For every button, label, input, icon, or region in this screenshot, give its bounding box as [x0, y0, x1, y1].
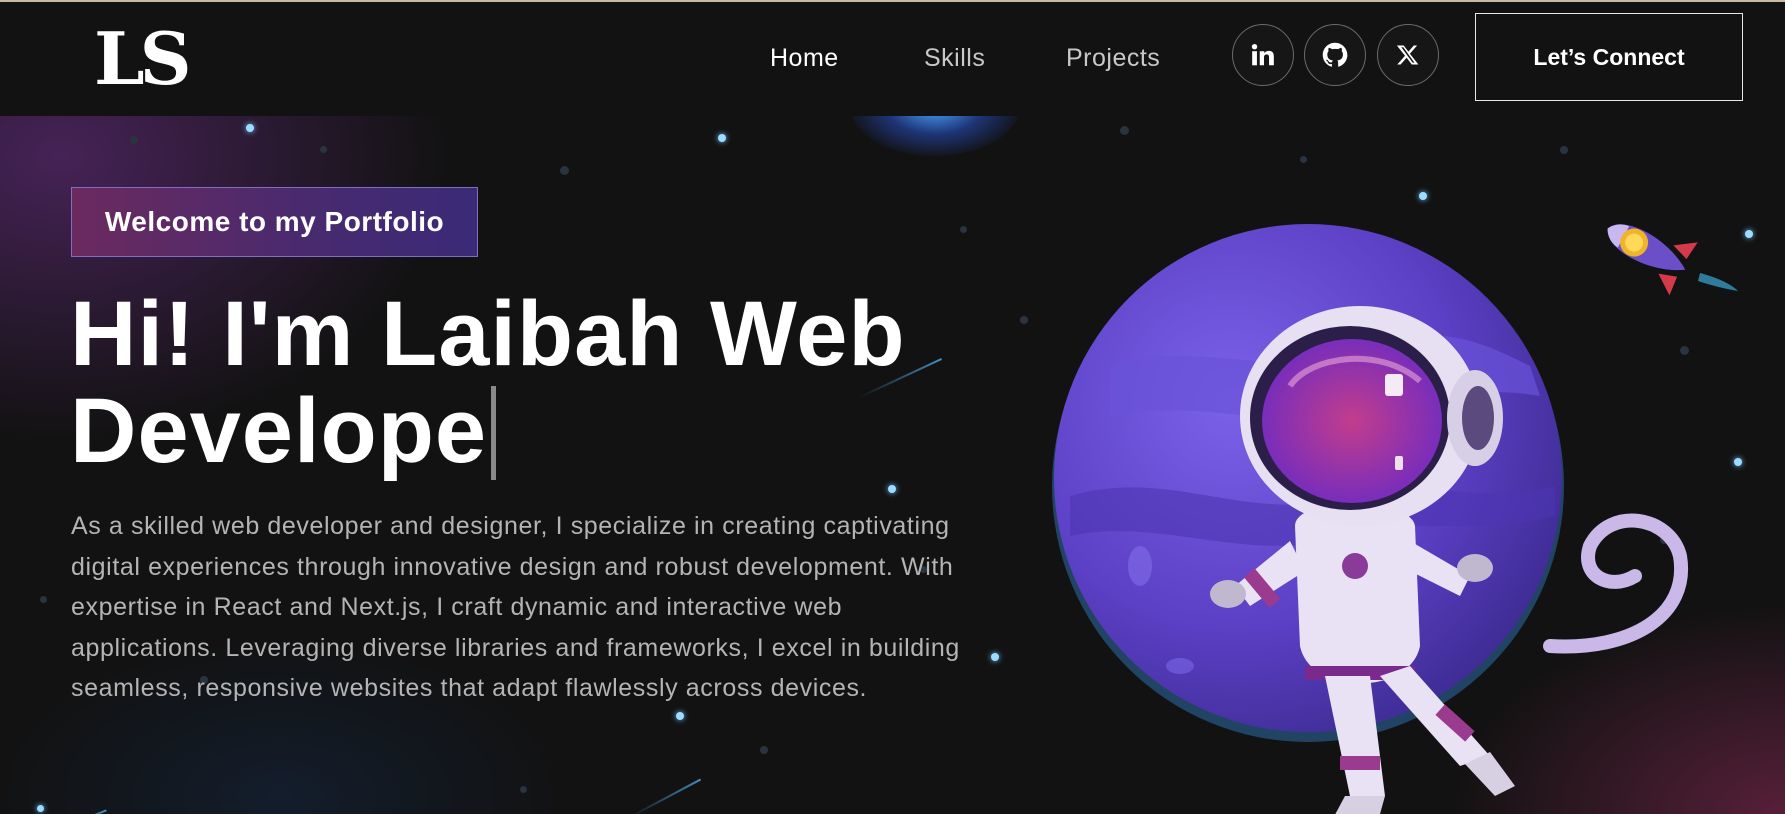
star [991, 653, 999, 661]
star [676, 712, 684, 720]
x-button[interactable] [1377, 24, 1439, 86]
star [888, 485, 896, 493]
linkedin-icon [1251, 43, 1274, 66]
dust-particle [1560, 146, 1568, 154]
nav-link-skills[interactable]: Skills [924, 42, 985, 74]
github-button[interactable] [1304, 24, 1366, 86]
lets-connect-button[interactable]: Let’s Connect [1475, 13, 1743, 101]
dust-particle [760, 746, 768, 754]
shooting-star [629, 778, 702, 814]
linkedin-button[interactable] [1232, 24, 1294, 86]
glow-orb [850, 116, 1020, 156]
dust-particle [40, 596, 47, 603]
hero-section: Welcome to my Portfolio Hi! I'm Laibah W… [0, 116, 1785, 814]
shooting-star [59, 809, 107, 814]
star [718, 134, 726, 142]
dust-particle [1120, 126, 1129, 135]
github-icon [1322, 42, 1348, 67]
dust-particle [960, 226, 967, 233]
typing-cursor [491, 386, 497, 480]
star [1745, 230, 1753, 238]
headline-text: Hi! I'm Laibah Web Develope [70, 283, 906, 482]
dust-particle [1020, 316, 1028, 324]
nav-link-projects[interactable]: Projects [1066, 42, 1160, 74]
star [37, 805, 44, 812]
navbar: LS Home Skills Projects Let’s Connect [0, 2, 1785, 116]
dust-particle [130, 136, 138, 144]
dust-particle [520, 786, 527, 793]
x-icon [1396, 45, 1419, 65]
dust-particle [1300, 156, 1307, 163]
dust-particle [560, 166, 569, 175]
star [246, 124, 254, 132]
welcome-badge: Welcome to my Portfolio [71, 187, 478, 257]
nav-link-home[interactable]: Home [770, 42, 839, 74]
dust-particle [320, 146, 327, 153]
logo[interactable]: LS [94, 16, 192, 102]
rocket-icon [1607, 224, 1738, 296]
hero-description: As a skilled web developer and designer,… [71, 512, 960, 702]
star [1734, 458, 1742, 466]
hero-headline: Hi! I'm Laibah Web Develope [70, 286, 1020, 480]
